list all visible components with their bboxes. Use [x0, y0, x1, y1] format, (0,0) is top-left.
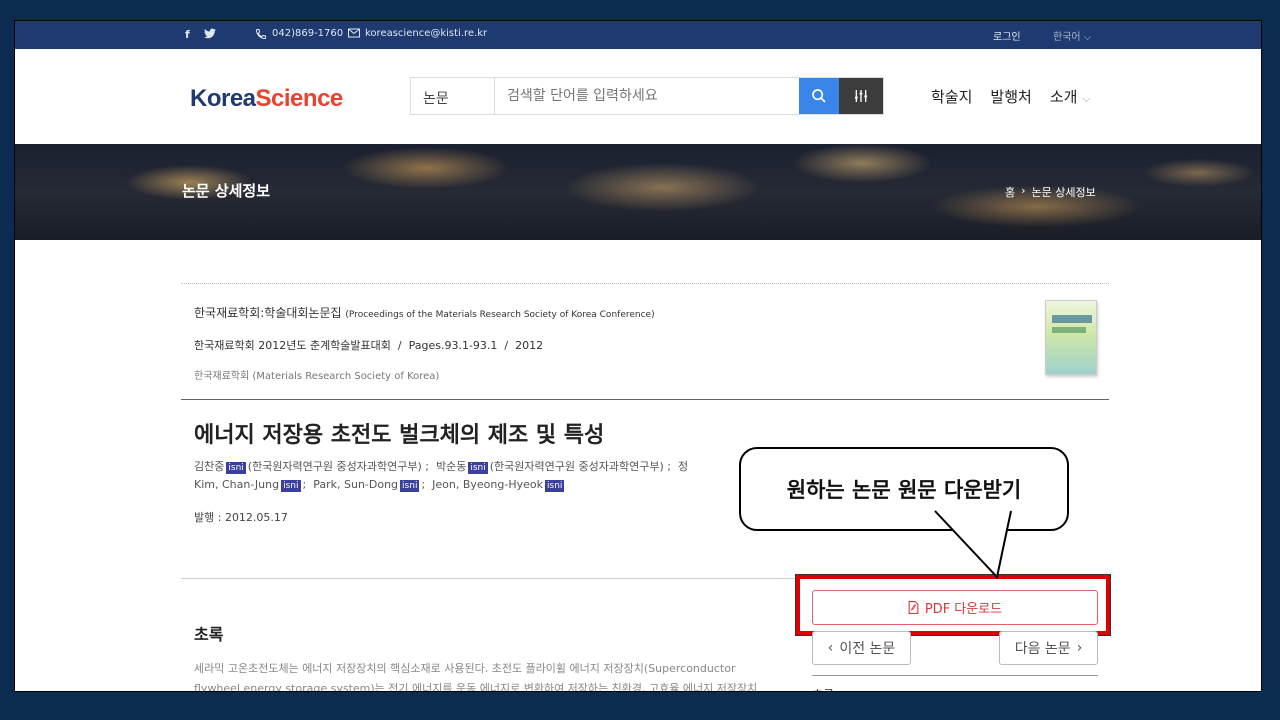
breadcrumb: 홈 › 논문 상세정보	[1005, 184, 1096, 200]
nav-item-about[interactable]: 소개 ⌵	[1050, 86, 1091, 107]
pdf-download-button[interactable]: PDF 다운로드	[812, 590, 1098, 625]
author-link[interactable]: Park, Sun-Dong	[313, 478, 398, 491]
chevron-left-icon: ‹	[827, 640, 834, 656]
top-utility-bar: f 042)869-1760 koreascience@kisti.re.kr …	[15, 21, 1261, 49]
twitter-icon[interactable]	[203, 28, 216, 39]
abstract-line: flywheel energy storage system)는 전기 에너지를…	[194, 682, 758, 692]
next-paper-button[interactable]: 다음 논문 ›	[999, 631, 1098, 665]
page-range: Pages.93.1-93.1	[408, 339, 498, 352]
pdf-download-label: PDF 다운로드	[924, 602, 1003, 617]
page-banner: 논문 상세정보 홈 › 논문 상세정보	[15, 144, 1261, 240]
phone-contact: 042)869-1760	[255, 28, 343, 40]
divider-gray	[181, 578, 798, 579]
search-button[interactable]	[799, 78, 839, 114]
abstract-heading: 초록	[194, 625, 224, 644]
advanced-search-button[interactable]	[839, 78, 883, 114]
cover-subtitle-bar	[1052, 327, 1086, 333]
author-affiliation: (한국원자력연구원 중성자과학연구부)	[489, 460, 664, 473]
divider-dotted	[181, 283, 1109, 284]
chevron-right-icon: ›	[1021, 184, 1026, 197]
author-affiliation: (한국원자력연구원 중성자과학연구부)	[247, 460, 422, 473]
search-input[interactable]	[495, 78, 799, 114]
search-bar: 논문	[410, 77, 884, 115]
breadcrumb-current: 논문 상세정보	[1031, 186, 1096, 199]
event-name: 한국재료학회 2012년도 춘계학술발표대회	[194, 339, 391, 352]
login-link[interactable]: 로그인	[993, 28, 1021, 43]
divider-right	[812, 675, 1098, 676]
isni-badge[interactable]: isni	[281, 480, 301, 492]
abstract-text: 세라믹 고온초전도체는 에너지 저장장치의 핵심소재로 사용된다. 초전도 플라…	[194, 659, 794, 692]
phone-icon	[255, 29, 266, 40]
prev-paper-label: 이전 논문	[839, 641, 896, 657]
journal-cover-thumbnail[interactable]	[1045, 300, 1097, 375]
breadcrumb-home[interactable]: 홈	[1005, 184, 1015, 200]
author-link[interactable]: 김찬중	[194, 460, 224, 473]
pub-year: 2012	[515, 339, 544, 352]
page-title: 논문 상세정보	[182, 182, 271, 200]
author-link[interactable]: 정	[678, 460, 688, 473]
divider-solid	[181, 399, 1109, 400]
logo-text-science: Science	[255, 85, 344, 112]
journal-name-en: (Proceedings of the Materials Research S…	[345, 310, 655, 320]
isni-badge[interactable]: isni	[545, 480, 565, 492]
paper-title: 에너지 저장용 초전도 벌크체의 제조 및 특성	[194, 423, 605, 448]
issue-meta: 한국재료학회 2012년도 춘계학술발표대회 / Pages.93.1-93.1…	[194, 339, 544, 352]
isni-badge[interactable]: isni	[400, 480, 420, 492]
main-nav: 학술지 발행처 소개 ⌵	[931, 86, 1091, 107]
language-select[interactable]: 한국어 ⌵	[1053, 28, 1091, 43]
callout-pointer	[934, 509, 1012, 579]
phone-number: 042)869-1760	[272, 28, 344, 39]
chevron-right-icon: ›	[1076, 640, 1083, 656]
site-header: KoreaScience 논문 학술지 발행처 소개 ⌵	[15, 49, 1261, 144]
chevron-down-icon: ⌵	[1083, 32, 1092, 43]
nav-item-about-label: 소개	[1049, 88, 1078, 106]
mail-icon	[348, 28, 360, 38]
email-address[interactable]: koreascience@kisti.re.kr	[365, 28, 487, 39]
logo-text-korea: Korea	[190, 85, 256, 112]
isni-badge[interactable]: isni	[468, 462, 488, 474]
author-link[interactable]: Kim, Chan-Jung	[194, 478, 279, 491]
pdf-file-icon	[908, 601, 919, 614]
isni-badge[interactable]: isni	[226, 462, 246, 474]
nav-item-journals[interactable]: 학술지	[931, 86, 972, 107]
publish-date: 발행 : 2012.05.17	[194, 511, 288, 524]
cover-title-bar	[1052, 315, 1092, 323]
author-link[interactable]: Jeon, Byeong-Hyeok	[432, 478, 543, 491]
sliders-icon	[855, 90, 867, 102]
browser-viewport: f 042)869-1760 koreascience@kisti.re.kr …	[14, 20, 1262, 692]
search-icon	[812, 89, 826, 103]
journal-name-ko: 한국재료학회:학술대회논문집	[194, 306, 342, 320]
chevron-down-icon: ⌵	[1082, 92, 1091, 105]
authors-korean: 김찬중 isni (한국원자력연구원 중성자과학연구부) ; 박순동 isni (한국원…	[194, 460, 689, 474]
prev-paper-button[interactable]: ‹ 이전 논문	[812, 631, 911, 665]
next-paper-label: 다음 논문	[1014, 641, 1071, 657]
koreascience-logo[interactable]: KoreaScience	[190, 85, 343, 113]
nav-item-publishers[interactable]: 발행처	[990, 86, 1031, 107]
authors-english: Kim, Chan-Jung isni; Park, Sun-Dong isni; …	[194, 478, 565, 492]
side-abstract-link[interactable]: 초록	[812, 686, 834, 691]
email-contact: koreascience@kisti.re.kr	[348, 28, 487, 39]
search-category-select[interactable]: 논문	[411, 78, 495, 114]
author-link[interactable]: 박순동	[436, 460, 466, 473]
facebook-icon[interactable]: f	[185, 28, 190, 41]
abstract-line: 세라믹 고온초전도체는 에너지 저장장치의 핵심소재로 사용된다. 초전도 플라…	[194, 662, 736, 675]
social-links: f	[185, 28, 216, 41]
journal-name[interactable]: 한국재료학회:학술대회논문집 (Proceedings of the Mater…	[194, 304, 655, 321]
publisher-name: 한국재료학회 (Materials Research Society of Ko…	[194, 371, 440, 382]
language-label: 한국어	[1053, 32, 1081, 43]
